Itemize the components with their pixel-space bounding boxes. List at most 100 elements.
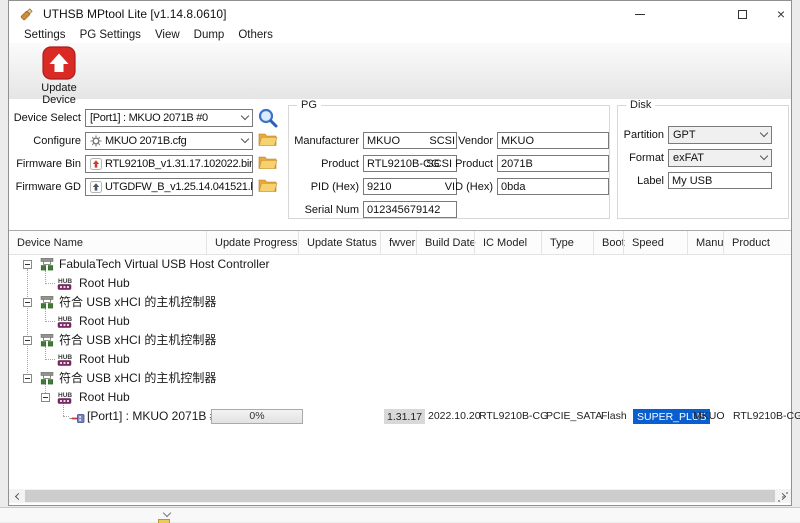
menu-dump[interactable]: Dump	[187, 29, 232, 41]
firmware-gd-combobox[interactable]: UTGDFW_B_v1.25.14.041521.bin	[85, 178, 253, 196]
column-speed[interactable]: Speed	[623, 231, 687, 255]
close-icon: ×	[777, 7, 785, 21]
browse-firmware-bin-button[interactable]	[258, 154, 278, 175]
firmware-gd-file-icon	[90, 181, 102, 193]
column-build-date[interactable]: Build Date	[416, 231, 474, 255]
manufacturer-label: Manufacturer	[289, 135, 359, 147]
toolbar: Update Device	[9, 43, 791, 99]
titlebar: UTHSB MPtool Lite [v1.14.8.0610] ×	[9, 1, 791, 27]
maximize-button[interactable]	[733, 6, 751, 22]
tree-row-host-controller[interactable]: 符合 USB xHCI 的主机控制器	[9, 369, 791, 388]
tree-row-root-hub[interactable]: HUB Root Hub	[9, 312, 791, 331]
menu-view[interactable]: View	[148, 29, 187, 41]
partition-combobox[interactable]: GPT	[668, 126, 772, 144]
collapse-icon[interactable]	[41, 393, 50, 402]
serial-num-field[interactable]	[363, 201, 457, 218]
collapse-icon[interactable]	[23, 374, 32, 383]
search-icon	[257, 107, 279, 129]
tree-row-root-hub[interactable]: HUB Root Hub	[9, 274, 791, 293]
manu-cell: MKUO	[693, 407, 725, 426]
column-device-name[interactable]: Device Name	[9, 231, 206, 255]
usb-plug-icon	[69, 411, 85, 429]
tree-row-label: Root Hub	[79, 274, 130, 293]
chevron-down-icon	[163, 509, 171, 517]
disk-legend: Disk	[626, 99, 655, 111]
disk-groupbox: Disk Partition GPT Format exFAT Label	[617, 105, 789, 219]
firmware-gd-row: Firmware GD UTGDFW_B_v1.25.14.041521.bin	[13, 178, 253, 196]
app-icon	[19, 6, 35, 22]
column-manu[interactable]: Manu	[687, 231, 723, 255]
column-type[interactable]: Type	[541, 231, 593, 255]
column-ic-model[interactable]: IC Model	[474, 231, 541, 255]
chevron-down-icon	[241, 135, 249, 143]
tree-row-root-hub[interactable]: HUB Root Hub	[9, 388, 791, 407]
chevron-down-icon	[241, 112, 249, 120]
format-label: Format	[618, 152, 664, 164]
column-fwver[interactable]: fwver	[380, 231, 416, 255]
device-row-port1[interactable]: [Port1] : MKUO 2071B #0 0% 1.31.17 2022.…	[9, 407, 791, 426]
collapse-icon[interactable]	[23, 298, 32, 307]
chevron-down-icon	[760, 128, 768, 136]
pg-legend: PG	[297, 99, 321, 111]
configure-combobox[interactable]: MKUO 2071B.cfg	[85, 132, 253, 150]
tree-row-root-hub[interactable]: HUB Root Hub	[9, 350, 791, 369]
tree-row-host-controller[interactable]: 符合 USB xHCI 的主机控制器	[9, 331, 791, 350]
tree-row-label: 符合 USB xHCI 的主机控制器	[59, 369, 216, 388]
column-update-progress[interactable]: Update Progress	[206, 231, 298, 255]
chevron-left-icon	[14, 492, 21, 499]
maximize-icon	[738, 10, 747, 19]
tree-row-label: Root Hub	[79, 350, 130, 369]
folder-icon	[158, 519, 170, 523]
search-device-button[interactable]	[257, 107, 279, 134]
menu-settings[interactable]: Settings	[17, 29, 73, 41]
device-select-combobox[interactable]: [Port1] : MKUO 2071B #0	[85, 109, 253, 127]
fwver-cell: 1.31.17	[384, 409, 425, 424]
gear-icon	[90, 135, 102, 147]
browse-firmware-gd-button[interactable]	[258, 177, 278, 198]
vid-field[interactable]	[497, 178, 609, 195]
tree-row-label: FabulaTech Virtual USB Host Controller	[59, 255, 270, 274]
menubar: Settings PG Settings View Dump Others	[9, 27, 791, 43]
firmware-bin-combobox[interactable]: RTL9210B_v1.31.17.102022.bin	[85, 155, 253, 173]
pg-groupbox: PG Manufacturer Product PID (Hex) Serial…	[288, 105, 610, 219]
svg-text:HUB: HUB	[58, 392, 72, 399]
firmware-bin-row: Firmware Bin RTL9210B_v1.31.17.102022.bi…	[13, 155, 253, 173]
scroll-left-button[interactable]	[9, 489, 25, 503]
background-window-sliver	[0, 507, 800, 522]
close-button[interactable]: ×	[772, 6, 790, 22]
vid-label: VID (Hex)	[419, 181, 493, 193]
resize-grip[interactable]	[778, 500, 780, 502]
browse-configure-button[interactable]	[258, 131, 278, 152]
column-product[interactable]: Product	[723, 231, 791, 255]
tree-row-label: 符合 USB xHCI 的主机控制器	[59, 293, 216, 312]
update-device-button[interactable]: Update Device	[23, 46, 95, 106]
tree-row-host-controller[interactable]: FabulaTech Virtual USB Host Controller	[9, 255, 791, 274]
svg-text:HUB: HUB	[58, 354, 72, 361]
firmware-gd-value: UTGDFW_B_v1.25.14.041521.bin	[105, 181, 253, 193]
volume-label-field[interactable]	[668, 172, 772, 189]
minimize-button[interactable]	[631, 6, 649, 22]
menu-others[interactable]: Others	[231, 29, 280, 41]
boot-cell: Flash	[601, 407, 627, 426]
serial-num-label: Serial Num	[289, 204, 359, 216]
column-boot[interactable]: Boot	[593, 231, 623, 255]
scrollbar-thumb[interactable]	[25, 490, 775, 502]
scsi-product-field[interactable]	[497, 155, 609, 172]
format-combobox[interactable]: exFAT	[668, 149, 772, 167]
tree-row-host-controller[interactable]: 符合 USB xHCI 的主机控制器	[9, 293, 791, 312]
collapse-icon[interactable]	[23, 260, 32, 269]
menu-pg-settings[interactable]: PG Settings	[73, 29, 148, 41]
horizontal-scrollbar[interactable]	[9, 489, 791, 503]
chevron-down-icon	[760, 151, 768, 159]
chevron-right-icon	[778, 492, 785, 499]
firmware-bin-file-icon	[90, 158, 102, 170]
device-select-value: [Port1] : MKUO 2071B #0	[90, 112, 208, 124]
collapse-icon[interactable]	[23, 336, 32, 345]
folder-icon	[258, 131, 278, 147]
column-update-status[interactable]: Update Status	[298, 231, 380, 255]
svg-text:HUB: HUB	[58, 278, 72, 285]
scsi-vendor-field[interactable]	[497, 132, 609, 149]
partition-label: Partition	[618, 129, 664, 141]
pid-label: PID (Hex)	[289, 181, 359, 193]
folder-icon	[258, 154, 278, 170]
